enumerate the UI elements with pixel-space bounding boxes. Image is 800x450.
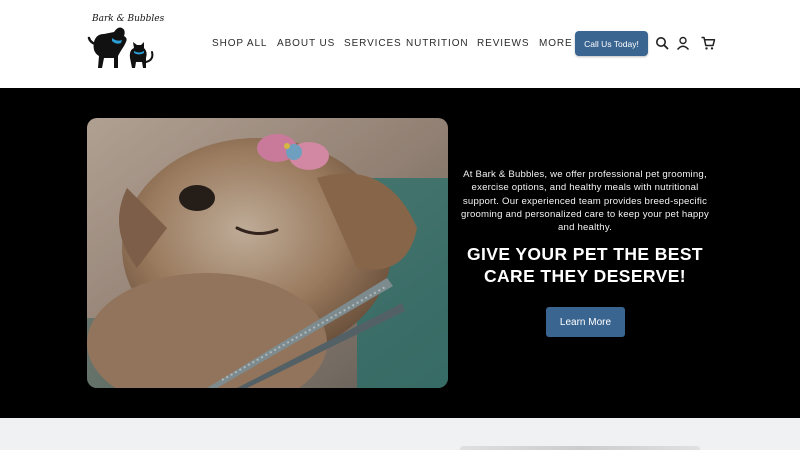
nav-services[interactable]: SERVICES bbox=[344, 38, 402, 49]
nav-reviews[interactable]: REVIEWS bbox=[477, 38, 529, 49]
hero-title: GIVE YOUR PET THE BEST CARE THEY DESERVE… bbox=[466, 244, 704, 286]
site-header: Bark & Bubbles SHOP ALL ABOUT US SERVICE… bbox=[0, 0, 800, 88]
learn-more-button[interactable]: Learn More bbox=[546, 307, 625, 337]
search-icon[interactable] bbox=[654, 35, 670, 51]
nav-shop-all[interactable]: SHOP ALL bbox=[212, 38, 267, 49]
account-icon[interactable] bbox=[675, 35, 691, 51]
call-us-button[interactable]: Call Us Today! bbox=[575, 31, 648, 56]
hero-dog-grooming-image bbox=[87, 118, 448, 388]
logo[interactable]: Bark & Bubbles bbox=[84, 12, 164, 74]
nav-about-us[interactable]: ABOUT US bbox=[277, 38, 335, 49]
hero-description: At Bark & Bubbles, we offer professional… bbox=[461, 169, 709, 234]
nav-nutrition[interactable]: NUTRITION bbox=[406, 38, 469, 49]
next-section-image-edge bbox=[460, 446, 700, 450]
cart-icon[interactable] bbox=[700, 35, 716, 51]
logo-text: Bark & Bubbles bbox=[92, 14, 165, 24]
next-section bbox=[0, 418, 800, 450]
hero-section: At Bark & Bubbles, we offer professional… bbox=[0, 88, 800, 418]
nav-more[interactable]: MORE bbox=[539, 38, 573, 49]
